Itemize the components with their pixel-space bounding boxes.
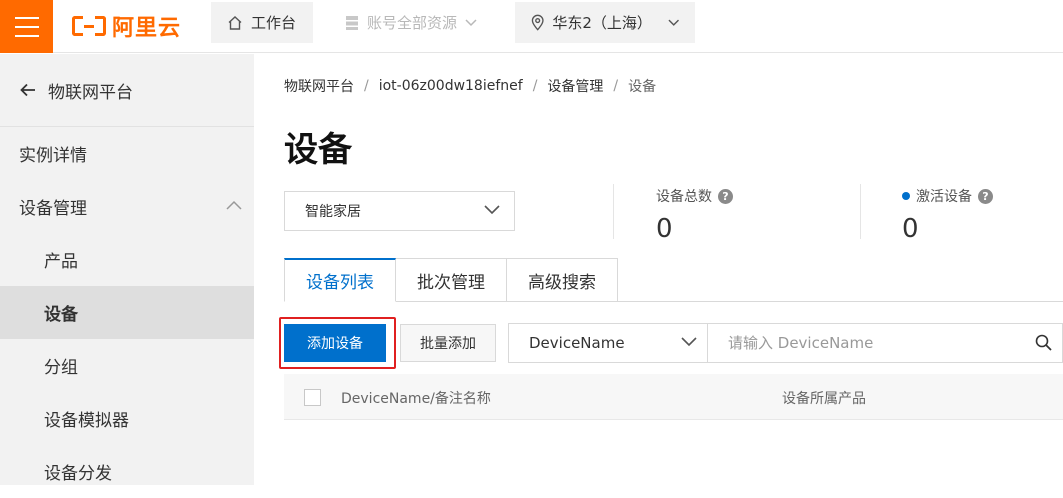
sidebar-back-link[interactable]: 物联网平台: [0, 54, 254, 127]
chevron-down-icon: [681, 337, 697, 347]
chevron-up-icon: [226, 200, 242, 210]
sidebar-item-label: 设备: [44, 305, 78, 325]
sidebar-item-device-management[interactable]: 设备管理: [0, 180, 254, 233]
product-select-value: 智能家居: [305, 204, 361, 220]
sidebar-item-label: 设备管理: [19, 199, 87, 219]
column-header-product: 设备所属产品: [782, 391, 866, 407]
page-title: 设备: [284, 130, 352, 170]
breadcrumb-separator: /: [532, 78, 538, 94]
tab-batch-management[interactable]: 批次管理: [396, 258, 507, 302]
sidebar-item-instance-details[interactable]: 实例详情: [0, 127, 254, 180]
chevron-down-icon: [484, 205, 500, 215]
chevron-down-icon: [667, 19, 679, 26]
aliyun-logo[interactable]: 阿里云: [72, 12, 182, 41]
workbench-label: 工作台: [251, 14, 297, 32]
tab-label: 设备列表: [306, 273, 374, 293]
sidebar-item-label: 设备分发: [44, 464, 112, 484]
breadcrumb-item[interactable]: 设备管理: [547, 76, 603, 96]
sidebar-item-device-simulator[interactable]: 设备模拟器: [0, 392, 254, 445]
sidebar: 物联网平台 实例详情 设备管理 产品 设备 分组 设备模拟器 设备分发: [0, 54, 254, 485]
menu-icon-line: [14, 16, 39, 19]
logo-text: 阿里云: [112, 16, 182, 41]
breadcrumb-item[interactable]: iot-06z00dw18iefnef: [379, 78, 523, 94]
batch-add-button[interactable]: 批量添加: [400, 324, 496, 362]
help-icon[interactable]: ?: [978, 188, 993, 204]
stat-divider: [860, 184, 861, 239]
add-device-button[interactable]: 添加设备: [284, 324, 386, 362]
table-header: DeviceName/备注名称 设备所属产品: [284, 374, 1063, 420]
region-selector[interactable]: 华东2（上海）: [515, 2, 695, 43]
location-pin-icon: [531, 14, 544, 31]
home-icon: [228, 15, 242, 30]
add-device-label: 添加设备: [307, 336, 363, 352]
help-icon[interactable]: ?: [718, 188, 733, 204]
total-devices-value: 0: [656, 214, 673, 244]
search-icon[interactable]: [1035, 334, 1052, 351]
column-header-devicename: DeviceName/备注名称: [341, 391, 491, 407]
account-resources-dropdown[interactable]: 账号全部资源: [329, 2, 499, 43]
active-status-dot-icon: [902, 192, 910, 200]
total-devices-label: 设备总数: [656, 189, 712, 205]
tab-label: 高级搜索: [528, 272, 596, 293]
sidebar-item-devices[interactable]: 设备: [0, 286, 254, 339]
search-field-value: DeviceName: [529, 334, 625, 352]
sidebar-item-device-distribution[interactable]: 设备分发: [0, 445, 254, 498]
tab-advanced-search[interactable]: 高级搜索: [507, 258, 618, 302]
product-select[interactable]: 智能家居: [284, 191, 515, 231]
menu-icon-line: [14, 34, 39, 37]
top-bar: 阿里云 工作台 账号全部资源 华东2（上海）: [0, 0, 1063, 53]
active-devices-stat: 激活设备 ? 0: [902, 186, 993, 244]
tabs-underline: [618, 301, 1063, 302]
sidebar-item-label: 实例详情: [19, 146, 87, 166]
active-devices-label: 激活设备: [916, 189, 972, 205]
arrow-left-icon: [20, 83, 35, 97]
active-devices-value: 0: [902, 214, 919, 244]
chevron-down-icon: [465, 18, 477, 26]
main-content: 物联网平台 / iot-06z00dw18iefnef / 设备管理 / 设备 …: [254, 54, 1063, 485]
search-input[interactable]: [707, 323, 1063, 363]
sidebar-item-label: 分组: [44, 358, 78, 378]
tab-label: 批次管理: [417, 272, 485, 293]
tab-device-list[interactable]: 设备列表: [284, 258, 396, 302]
search-field-select[interactable]: DeviceName: [508, 323, 708, 363]
resource-group-icon: [346, 15, 358, 30]
breadcrumb-separator: /: [613, 78, 619, 94]
batch-add-label: 批量添加: [420, 336, 476, 352]
region-label: 华东2（上海）: [552, 14, 652, 32]
menu-icon-line: [14, 25, 39, 28]
sidebar-item-label: 产品: [44, 252, 78, 272]
total-devices-stat: 设备总数 ? 0: [656, 186, 733, 244]
sidebar-back-label: 物联网平台: [48, 82, 133, 103]
sidebar-item-products[interactable]: 产品: [0, 233, 254, 286]
sidebar-item-label: 设备模拟器: [44, 411, 129, 431]
aliyun-logo-icon: [72, 16, 106, 36]
tab-bar: 设备列表 批次管理 高级搜索: [284, 258, 618, 302]
stat-divider: [613, 184, 614, 239]
select-all-checkbox[interactable]: [304, 389, 321, 406]
breadcrumb: 物联网平台 / iot-06z00dw18iefnef / 设备管理 / 设备: [284, 76, 656, 96]
sidebar-item-groups[interactable]: 分组: [0, 339, 254, 392]
breadcrumb-item[interactable]: 物联网平台: [284, 76, 354, 96]
resources-label: 账号全部资源: [367, 14, 458, 32]
hamburger-menu-button[interactable]: [0, 0, 53, 53]
workbench-button[interactable]: 工作台: [211, 2, 313, 43]
breadcrumb-current: 设备: [628, 79, 657, 95]
breadcrumb-separator: /: [364, 78, 369, 94]
